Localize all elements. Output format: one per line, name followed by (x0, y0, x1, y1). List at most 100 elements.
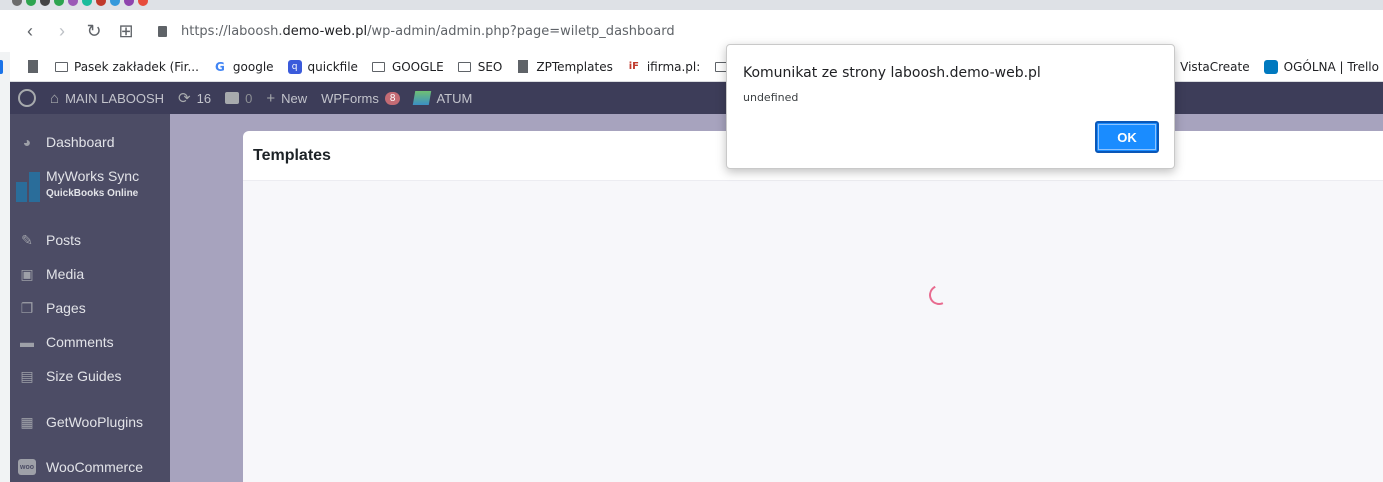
sidebar-item-size-guides[interactable]: ▤ Size Guides (18, 367, 122, 385)
sidebar-item-sublabel: QuickBooks Online (46, 188, 139, 199)
bookmark-item[interactable]: GOOGLE (372, 60, 444, 74)
tab-favicon[interactable] (110, 0, 120, 6)
comments-icon: ▬ (20, 334, 34, 350)
url-path: /wp-admin/admin.php?page=wiletp_dashboar… (367, 23, 675, 39)
sidebar-item-label: Media (46, 266, 85, 282)
comments-link[interactable]: 0 (225, 91, 252, 106)
sidebar-item-label: Comments (46, 334, 114, 350)
woocommerce-icon: woo (18, 459, 36, 475)
lock-icon (158, 25, 167, 37)
browser-edge (0, 52, 10, 482)
loading-spinner-icon (926, 282, 952, 308)
sidebar-item-comments[interactable]: ▬ Comments (18, 334, 114, 350)
wpforms-label: WPForms (321, 90, 379, 106)
tab-favicon[interactable] (124, 0, 134, 6)
browser-toolbar: ‹ › ↻ ⊞ https://laboosh.demo-web.pl/wp-a… (0, 10, 1383, 52)
ifirma-icon: iF (628, 61, 639, 72)
folder-icon (372, 60, 386, 74)
address-bar[interactable]: https://laboosh.demo-web.pl/wp-admin/adm… (158, 24, 675, 39)
google-icon: G (214, 59, 225, 74)
alert-dialog: Komunikat ze strony laboosh.demo-web.pl … (726, 44, 1175, 169)
ok-button[interactable]: OK (1095, 121, 1159, 153)
updates-link[interactable]: ⟳ 16 (178, 89, 211, 107)
pages-icon: ❐ (20, 299, 34, 316)
bookmark-label: ZPTemplates (536, 59, 613, 74)
sidebar-item-label: Size Guides (46, 368, 122, 384)
bookmarks-bar: Pasek zakładek (Fir... G google q quickf… (0, 52, 1383, 82)
sidebar-item-getwooplugins[interactable]: ▦ GetWooPlugins (18, 413, 144, 431)
sidebar-item-dashboard[interactable]: ◕ Dashboard (18, 134, 115, 150)
dashboard-icon: ◕ (22, 134, 32, 150)
quickfile-icon: q (287, 59, 302, 74)
bookmark-item[interactable]: ZPTemplates (516, 59, 613, 74)
doc-icon (516, 60, 530, 74)
wpforms-badge: 8 (384, 91, 401, 105)
folder-icon (458, 60, 472, 74)
doc-icon (26, 60, 40, 74)
admin-sidebar: ◕ Dashboard MyWorks Sync QuickBooks Onli… (10, 114, 170, 482)
bookmark-label: SEO (477, 59, 503, 74)
dialog-message: undefined (743, 91, 799, 104)
sidebar-item-myworks[interactable]: MyWorks Sync QuickBooks Online (16, 168, 139, 202)
site-name: MAIN LABOOSH (65, 90, 165, 106)
new-label: New (281, 90, 308, 106)
sidebar-item-media[interactable]: ▣ Media (18, 265, 85, 283)
tab-favicon[interactable] (138, 0, 148, 6)
myworks-icon (16, 172, 42, 202)
tab-favicon[interactable] (54, 0, 64, 6)
wordpress-icon (18, 89, 36, 107)
bookmark-label: VistaCreate (1180, 59, 1250, 74)
tab-favicon[interactable] (96, 0, 106, 6)
tab-favicon[interactable] (68, 0, 78, 6)
sidebar-item-label: MyWorks Sync (46, 168, 140, 184)
tab-strip[interactable] (0, 0, 1383, 10)
tab-favicon[interactable] (40, 0, 50, 6)
apps-button[interactable]: ⊞ (110, 15, 142, 47)
forward-button[interactable]: › (46, 15, 78, 47)
bookmark-item[interactable]: q quickfile (287, 59, 358, 74)
back-icon: ‹ (27, 20, 33, 41)
bookmark-item[interactable]: G google (213, 60, 274, 74)
wp-admin-bar: ⌂ MAIN LABOOSH ⟳ 16 0 + New WPForms 8 AT… (10, 82, 1383, 114)
atum-label: ATUM (436, 90, 473, 106)
sidebar-item-label: Posts (46, 232, 82, 248)
templates-panel: Templates (243, 131, 1383, 482)
bookmark-item[interactable] (26, 60, 40, 74)
panel-body (243, 181, 1383, 482)
document-icon: ▤ (20, 367, 34, 384)
folder-icon (54, 60, 68, 74)
tab-favicon[interactable] (26, 0, 36, 6)
wp-logo-button[interactable] (18, 89, 36, 107)
apps-icon: ⊞ (118, 20, 134, 41)
sidebar-item-label: GetWooPlugins (46, 414, 144, 430)
tab-favicon[interactable] (12, 0, 22, 6)
page-title: Templates (253, 146, 331, 164)
bookmark-item[interactable]: SEO (458, 59, 503, 74)
updates-count: 16 (196, 90, 212, 106)
bookmark-item[interactable]: Pasek zakładek (Fir... (54, 60, 199, 74)
sidebar-item-label: Dashboard (46, 134, 115, 150)
bookmark-label: google (232, 59, 274, 74)
plus-icon: + (266, 89, 276, 107)
media-icon: ▣ (20, 265, 34, 282)
bookmark-item[interactable]: iF ifirma.pl: (627, 60, 701, 74)
atum-link[interactable]: ATUM (413, 90, 473, 106)
sidebar-item-label: WooCommerce (46, 459, 143, 475)
focus-indicator (0, 60, 3, 74)
trello-icon (1263, 59, 1278, 74)
sidebar-item-pages[interactable]: ❐ Pages (18, 299, 86, 317)
bookmark-item[interactable]: OGÓLNA | Trello (1263, 59, 1379, 74)
new-content-link[interactable]: + New (266, 90, 307, 107)
dialog-title: Komunikat ze strony laboosh.demo-web.pl (743, 65, 1041, 81)
sidebar-item-woocommerce[interactable]: woo WooCommerce (18, 459, 143, 475)
site-name-link[interactable]: ⌂ MAIN LABOOSH (50, 90, 164, 107)
sidebar-item-posts[interactable]: ✎ Posts (18, 232, 82, 249)
getwoo-icon: ▦ (20, 413, 34, 430)
tab-favicon[interactable] (82, 0, 92, 6)
home-icon: ⌂ (50, 89, 60, 107)
bookmark-label: Pasek zakładek (Fir... (74, 59, 199, 74)
wpforms-link[interactable]: WPForms 8 (321, 90, 401, 106)
comment-icon (225, 92, 240, 104)
reload-button[interactable]: ↻ (78, 15, 110, 47)
back-button[interactable]: ‹ (14, 15, 46, 47)
